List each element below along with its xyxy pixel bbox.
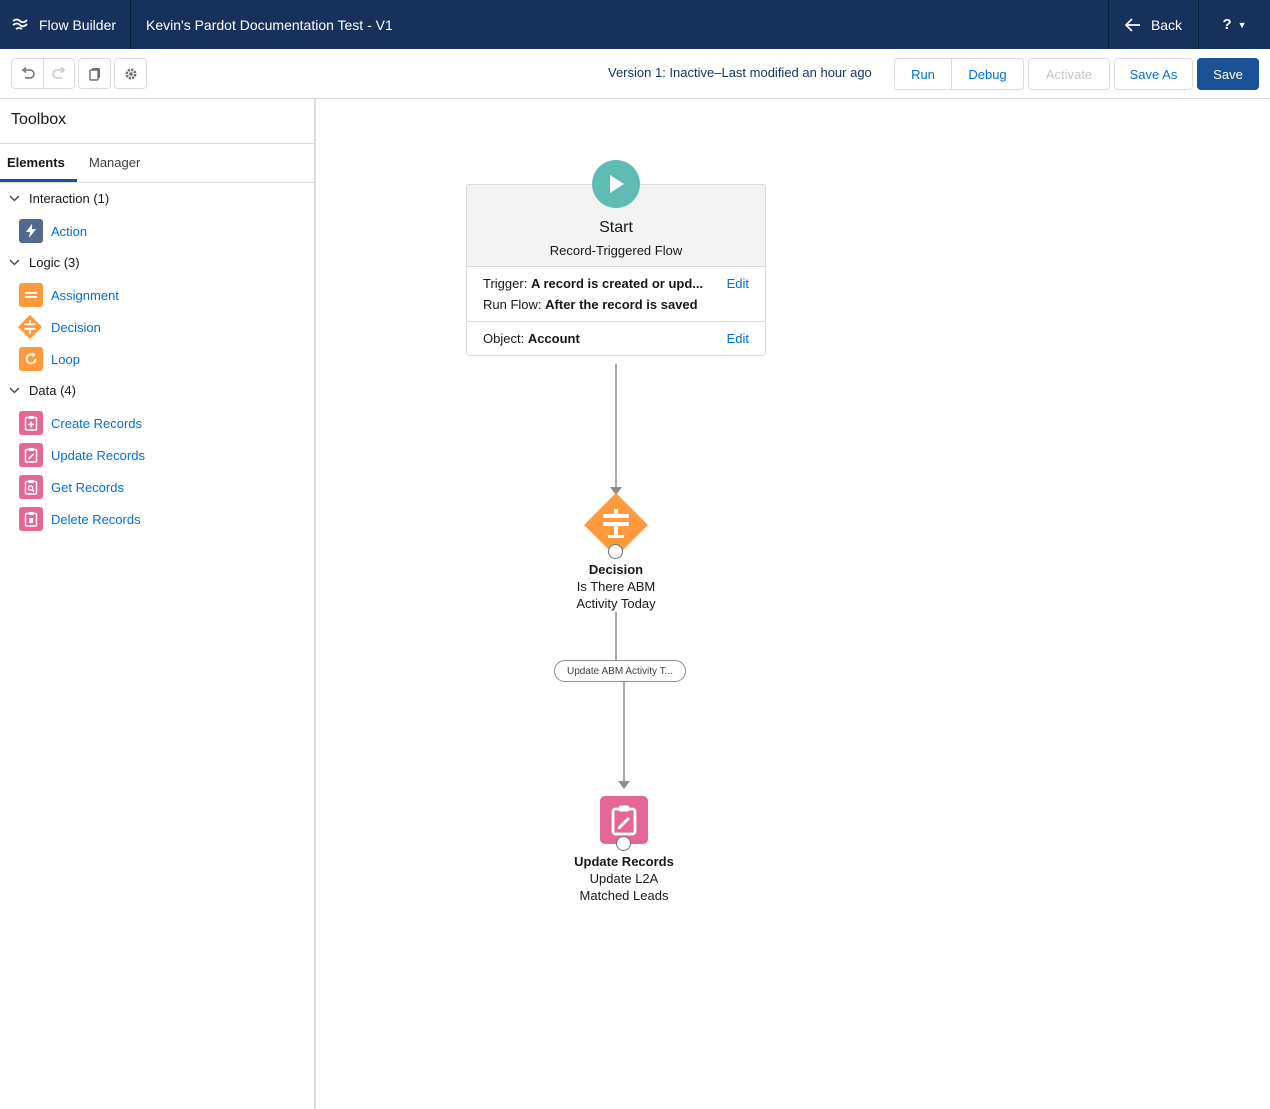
edit-trigger-link[interactable]: Edit [727,276,749,291]
update-name-line1: Update L2A [589,871,659,886]
start-subtitle: Record-Triggered Flow [549,243,683,258]
decision-node-label: Decision Is There ABM Activity Today [540,561,692,612]
update-node-label: Update Records Update L2A Matched Leads [548,853,700,904]
run-flow-row: Run Flow: After the record is saved [483,297,698,312]
decision-name-line2: Activity Today [576,596,656,611]
update-connector-dot[interactable] [616,836,631,851]
decision-connector-dot[interactable] [608,544,623,559]
object-row: Object: Account [483,331,580,346]
object-label: Object: [483,331,525,346]
update-records-icon [611,805,637,836]
object-value: Account [527,331,580,346]
start-node-icon[interactable] [592,160,640,208]
trigger-value: A record is created or upd... [530,276,704,291]
run-flow-label: Run Flow: [483,297,542,312]
divider [467,321,765,322]
update-type: Update Records [574,854,674,869]
run-flow-value: After the record is saved [545,297,698,312]
trigger-label: Trigger: [483,276,528,291]
decision-type: Decision [588,562,644,577]
trigger-row: Trigger: A record is created or upd... [483,276,703,291]
play-icon [610,175,624,193]
decision-name-line1: Is There ABM [576,579,656,594]
update-name-line2: Matched Leads [579,888,669,903]
start-title: Start [599,219,633,236]
outcome-label[interactable]: Update ABM Activity T... [554,660,686,682]
start-node-card[interactable]: Start Record-Triggered Flow Trigger: A r… [466,184,766,356]
edit-object-link[interactable]: Edit [727,331,749,346]
